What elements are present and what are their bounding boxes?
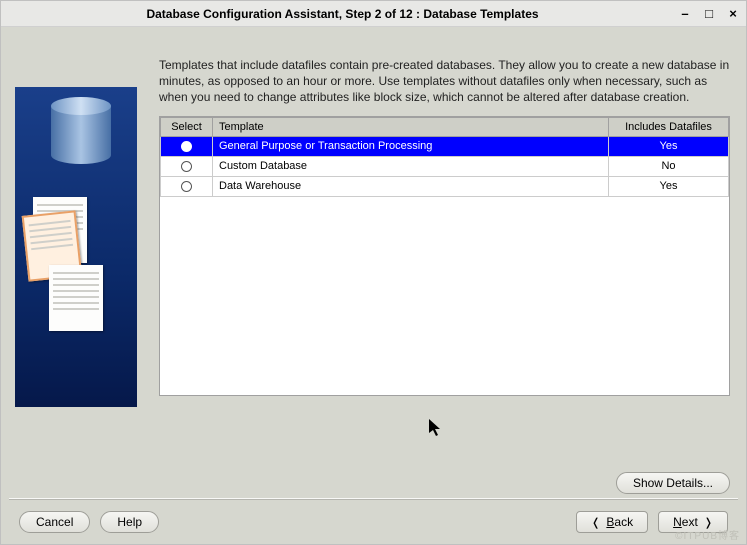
watermark-text: ©ITPUB博客 [675,527,740,542]
row-includes-cell: Yes [609,136,729,156]
details-row: Show Details... [1,464,746,498]
back-button[interactable]: ❬ Back [576,511,648,533]
cancel-button[interactable]: Cancel [19,511,90,533]
maximize-button[interactable]: □ [702,7,716,21]
main-panel: Templates that include datafiles contain… [151,57,746,464]
row-includes-cell: Yes [609,176,729,196]
template-table-container: Select Template Includes Datafiles Gener… [159,116,730,396]
wizard-side-graphic [1,57,151,464]
window-controls: – □ × [678,7,740,21]
table-row[interactable]: Data WarehouseYes [161,176,729,196]
template-table: Select Template Includes Datafiles Gener… [160,117,729,197]
window-frame: Database Configuration Assistant, Step 2… [0,0,747,545]
document-icon [49,265,103,331]
chevron-left-icon: ❬ [591,516,600,529]
titlebar: Database Configuration Assistant, Step 2… [1,1,746,27]
row-template-cell: Data Warehouse [213,176,609,196]
row-template-cell: Custom Database [213,156,609,176]
column-includes: Includes Datafiles [609,117,729,136]
footer-bar: Cancel Help ❬ Back Next ❭ [1,500,746,544]
column-select: Select [161,117,213,136]
row-includes-cell: No [609,156,729,176]
database-cylinder-icon [51,97,111,167]
row-select-cell[interactable] [161,176,213,196]
row-select-cell[interactable] [161,136,213,156]
upper-row: Templates that include datafiles contain… [1,27,746,464]
wizard-graphic-box [15,87,137,407]
table-row[interactable]: General Purpose or Transaction Processin… [161,136,729,156]
close-button[interactable]: × [726,7,740,21]
minimize-button[interactable]: – [678,7,692,21]
table-header-row: Select Template Includes Datafiles [161,117,729,136]
window-title: Database Configuration Assistant, Step 2… [7,7,678,21]
show-details-button[interactable]: Show Details... [616,472,730,494]
column-template: Template [213,117,609,136]
table-row[interactable]: Custom DatabaseNo [161,156,729,176]
radio-button[interactable] [181,141,192,152]
content-area: Templates that include datafiles contain… [1,27,746,544]
row-select-cell[interactable] [161,156,213,176]
row-template-cell: General Purpose or Transaction Processin… [213,136,609,156]
step-description: Templates that include datafiles contain… [159,57,730,106]
help-button[interactable]: Help [100,511,159,533]
radio-button[interactable] [181,161,192,172]
radio-button[interactable] [181,181,192,192]
